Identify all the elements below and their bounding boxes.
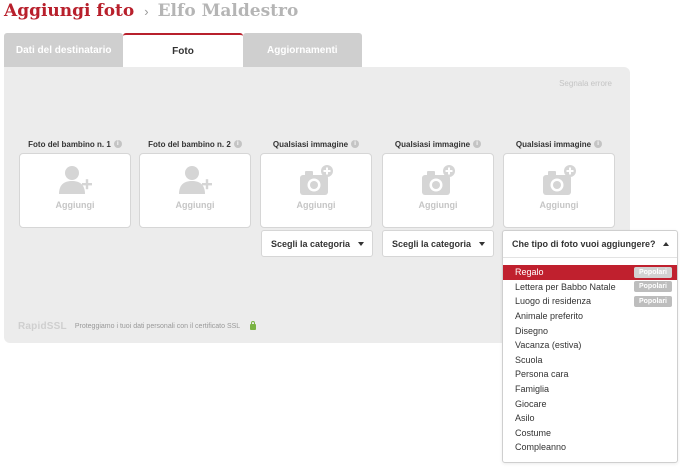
camera-add-icon: [543, 165, 576, 195]
add-photo-box[interactable]: Aggiungi: [139, 153, 251, 228]
slot-label: Qualsiasi immagine i: [503, 138, 615, 150]
user-add-icon: [59, 166, 92, 194]
breadcrumb-separator: ›: [144, 4, 149, 19]
popular-badge: Popolari: [633, 295, 672, 307]
report-error-link[interactable]: Segnala errore: [559, 79, 612, 88]
slot-label: Foto del bambino n. 1 i: [19, 138, 131, 150]
tab-bar: Dati del destinatario Foto Aggiornamenti: [4, 33, 362, 67]
info-icon[interactable]: i: [473, 140, 482, 148]
chevron-up-icon: [663, 242, 669, 246]
photo-slot-child-1: Foto del bambino n. 1 i Aggiungi: [19, 138, 131, 228]
page-header: Aggiungi foto › Elfo Maldestro: [4, 1, 298, 23]
info-icon[interactable]: i: [594, 140, 603, 148]
ssl-notice: RapidSSL Proteggiamo i tuoi dati persona…: [18, 320, 257, 332]
tab-updates[interactable]: Aggiornamenti: [242, 33, 362, 67]
add-photo-box[interactable]: Aggiungi: [19, 153, 131, 228]
dropdown-option-famiglia[interactable]: Famiglia: [503, 382, 677, 397]
dropdown-option-compleanno[interactable]: Compleanno: [503, 440, 677, 455]
user-add-icon: [179, 166, 212, 194]
dropdown-option-lettera[interactable]: Lettera per Babbo Natale Popolari: [503, 280, 677, 295]
ssl-text: Proteggiamo i tuoi dati personali con il…: [74, 323, 241, 330]
camera-add-icon: [300, 165, 333, 195]
photo-type-dropdown[interactable]: Che tipo di foto vuoi aggiungere? Regalo…: [502, 230, 678, 463]
dropdown-option-disegno[interactable]: Disegno: [503, 323, 677, 338]
chevron-down-icon: [358, 242, 364, 246]
tab-photo[interactable]: Foto: [123, 33, 243, 67]
photo-slot-any-1: Qualsiasi immagine i Aggiungi: [260, 138, 372, 228]
add-label: Aggiungi: [539, 200, 579, 210]
recipient-name: Elfo Maldestro: [157, 1, 299, 21]
photo-slot-any-2: Qualsiasi immagine i Aggiungi: [382, 138, 494, 228]
category-select-1[interactable]: Scegli la categoria: [261, 230, 373, 257]
dropdown-option-persona[interactable]: Persona cara: [503, 367, 677, 382]
dropdown-option-luogo[interactable]: Luogo di residenza Popolari: [503, 294, 677, 309]
dropdown-options: Regalo Popolari Lettera per Babbo Natale P…: [503, 265, 677, 455]
chevron-down-icon: [479, 242, 485, 246]
add-label: Aggiungi: [175, 200, 215, 210]
dropdown-option-giocare[interactable]: Giocare: [503, 396, 677, 411]
info-icon[interactable]: i: [233, 140, 242, 148]
dropdown-option-animale[interactable]: Animale preferito: [503, 309, 677, 324]
photo-slot-child-2: Foto del bambino n. 2 i Aggiungi: [139, 138, 251, 228]
lock-icon: [250, 320, 257, 330]
popular-badge: Popolari: [633, 281, 672, 293]
add-photo-box[interactable]: Aggiungi: [503, 153, 615, 228]
add-photo-box[interactable]: Aggiungi: [260, 153, 372, 228]
rapidssl-logo: RapidSSL: [18, 321, 67, 332]
dropdown-option-asilo[interactable]: Asilo: [503, 411, 677, 426]
info-icon[interactable]: i: [113, 140, 122, 148]
page-title: Aggiungi foto: [4, 1, 135, 21]
dropdown-header[interactable]: Che tipo di foto vuoi aggiungere?: [503, 231, 677, 258]
category-select-2[interactable]: Scegli la categoria: [382, 230, 494, 257]
slot-label: Qualsiasi immagine i: [382, 138, 494, 150]
add-photo-box[interactable]: Aggiungi: [382, 153, 494, 228]
info-icon[interactable]: i: [351, 140, 360, 148]
slot-label: Qualsiasi immagine i: [260, 138, 372, 150]
popular-badge: Popolari: [633, 266, 672, 278]
add-label: Aggiungi: [296, 200, 336, 210]
dropdown-option-vacanza[interactable]: Vacanza (estiva): [503, 338, 677, 353]
dropdown-option-costume[interactable]: Costume: [503, 426, 677, 441]
dropdown-option-scuola[interactable]: Scuola: [503, 353, 677, 368]
add-label: Aggiungi: [55, 200, 95, 210]
dropdown-option-regalo[interactable]: Regalo Popolari: [503, 265, 677, 280]
tab-recipient-data[interactable]: Dati del destinatario: [4, 33, 124, 67]
camera-add-icon: [422, 165, 455, 195]
slot-label: Foto del bambino n. 2 i: [139, 138, 251, 150]
add-label: Aggiungi: [418, 200, 458, 210]
photo-slot-any-3: Qualsiasi immagine i Aggiungi: [503, 138, 615, 228]
